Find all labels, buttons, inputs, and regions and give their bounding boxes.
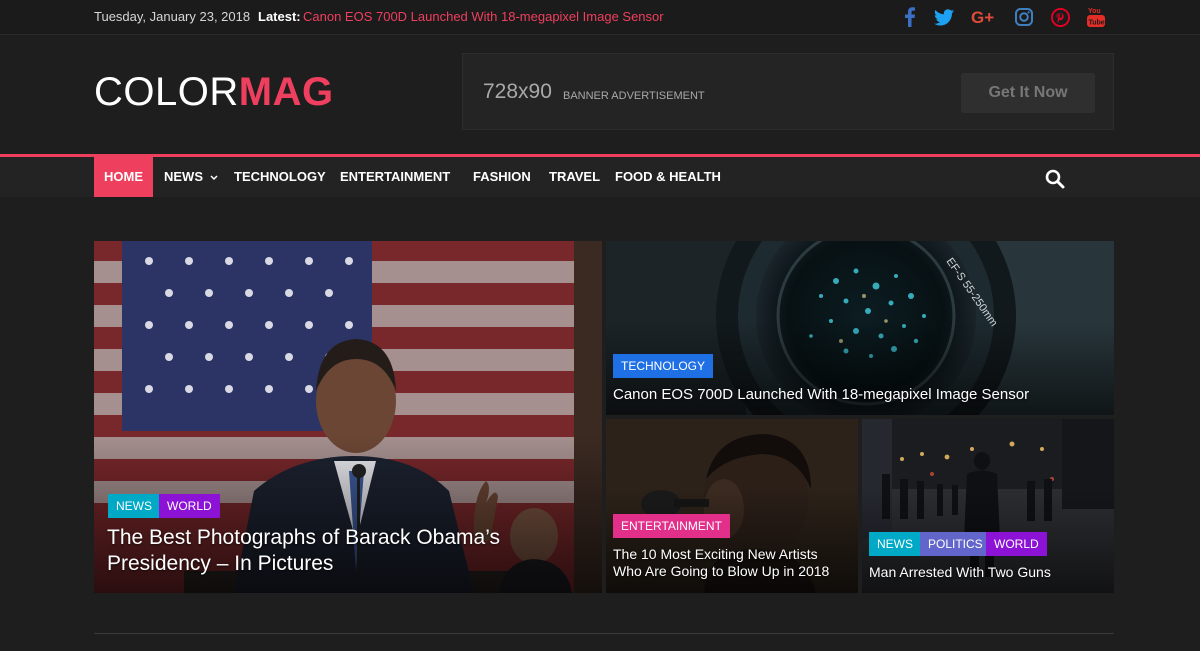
featured-bottom-left-title-line1: The 10 Most Exciting New Artists	[613, 546, 818, 562]
featured-main-title-line1: The Best Photographs of Barack Obama’s	[107, 526, 500, 549]
logo-part-color: COLOR	[94, 70, 239, 114]
featured-top-right-post[interactable]: EF-S 55-250mm TECHNOLOGY Canon EOS 700D …	[606, 241, 1114, 415]
featured-top-right-title[interactable]: Canon EOS 700D Launched With 18-megapixe…	[613, 386, 1029, 404]
nav-item-travel[interactable]: TRAVEL	[549, 157, 600, 197]
featured-bottom-left-title[interactable]: The 10 Most Exciting New Artists Who Are…	[613, 546, 829, 580]
banner-advertisement[interactable]: 728x90 BANNER ADVERTISEMENT Get It Now	[462, 53, 1114, 130]
nav-item-fashion[interactable]: FASHION	[473, 157, 531, 197]
svg-text:Tube: Tube	[1089, 20, 1105, 27]
tag-news[interactable]: NEWS	[869, 532, 921, 556]
nav-item-news[interactable]: NEWS	[164, 157, 218, 197]
search-icon[interactable]	[1045, 169, 1065, 189]
svg-text:G+: G+	[971, 8, 994, 26]
tag-news[interactable]: NEWS	[108, 494, 160, 518]
twitter-icon[interactable]	[933, 6, 955, 28]
tag-entertainment[interactable]: ENTERTAINMENT	[613, 514, 730, 538]
latest-news-link[interactable]: Canon EOS 700D Launched With 18-megapixe…	[303, 9, 664, 24]
site-logo[interactable]: COLORMAG	[94, 70, 334, 114]
featured-bottom-left-title-line2: Who Are Going to Blow Up in 2018	[613, 563, 830, 579]
main-navigation: HOME NEWS TECHNOLOGY ENTERTAINMENT FASHI…	[0, 154, 1200, 197]
section-divider	[94, 633, 1114, 634]
google-plus-icon[interactable]: G+	[970, 6, 1000, 28]
svg-text:You: You	[1088, 8, 1101, 15]
instagram-icon[interactable]	[1014, 6, 1034, 28]
current-date: Tuesday, January 23, 2018	[94, 9, 251, 24]
chevron-down-icon	[210, 175, 218, 180]
featured-bottom-left-post[interactable]: ENTERTAINMENT The 10 Most Exciting New A…	[606, 419, 858, 593]
featured-main-title-line2: Presidency – In Pictures	[107, 552, 334, 575]
facebook-icon[interactable]	[902, 6, 918, 28]
featured-main-title[interactable]: The Best Photographs of Barack Obama’s P…	[107, 525, 500, 577]
nav-item-food-health[interactable]: FOOD & HEALTH	[615, 157, 721, 197]
latest-label: Latest:	[258, 9, 301, 24]
youtube-icon[interactable]: You Tube	[1086, 6, 1106, 28]
site-header: COLORMAG 728x90 BANNER ADVERTISEMENT Get…	[0, 35, 1200, 155]
tag-world[interactable]: WORLD	[986, 532, 1047, 556]
nav-item-home[interactable]: HOME	[94, 157, 153, 197]
tag-world[interactable]: WORLD	[159, 494, 220, 518]
nav-item-news-label: NEWS	[164, 169, 203, 184]
tag-technology[interactable]: TECHNOLOGY	[613, 354, 714, 378]
featured-main-post[interactable]: NEWS WORLD The Best Photographs of Barac…	[94, 241, 602, 593]
get-it-now-button[interactable]: Get It Now	[961, 73, 1095, 113]
nav-item-technology[interactable]: TECHNOLOGY	[234, 157, 326, 197]
logo-part-mag: MAG	[238, 70, 334, 114]
featured-bottom-right-title[interactable]: Man Arrested With Two Guns	[869, 564, 1051, 581]
tag-politics[interactable]: POLITICS	[920, 532, 991, 556]
pinterest-icon[interactable]	[1050, 6, 1070, 28]
featured-bottom-right-post[interactable]: NEWS POLITICS WORLD Man Arrested With Tw…	[862, 419, 1114, 593]
banner-label: BANNER ADVERTISEMENT	[563, 90, 705, 102]
nav-item-entertainment[interactable]: ENTERTAINMENT	[340, 157, 450, 197]
banner-size: 728x90	[483, 80, 552, 103]
top-bar: Tuesday, January 23, 2018 Latest: Canon …	[0, 0, 1200, 35]
